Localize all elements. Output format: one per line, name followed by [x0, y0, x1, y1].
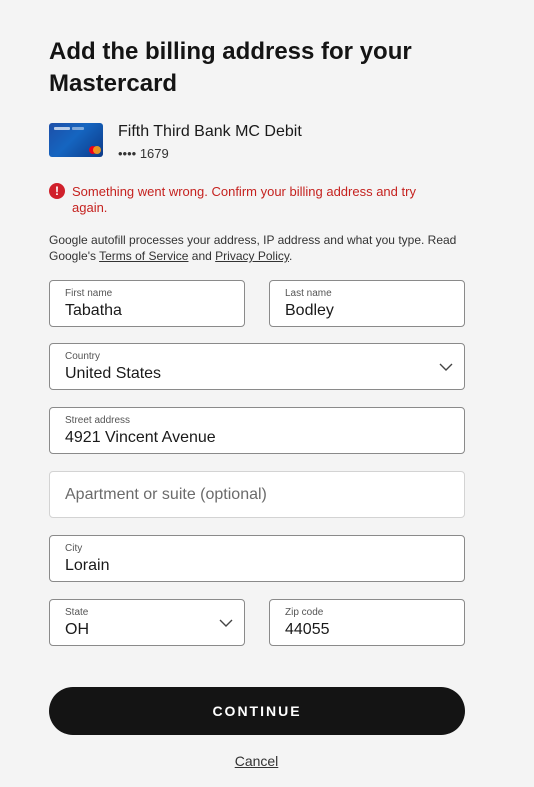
- last-name-label: Last name: [285, 288, 332, 299]
- street-address-label: Street address: [65, 415, 131, 426]
- first-name-field[interactable]: First name Tabatha: [49, 280, 245, 327]
- street-address-value: 4921 Vincent Avenue: [65, 429, 216, 446]
- terms-of-service-link[interactable]: Terms of Service: [99, 249, 188, 263]
- chevron-down-icon: [439, 363, 453, 371]
- apartment-field[interactable]: Apartment or suite (optional): [49, 471, 465, 518]
- state-label: State: [65, 607, 89, 618]
- alert-circle-icon: !: [49, 183, 65, 199]
- city-field[interactable]: City Lorain: [49, 535, 465, 582]
- error-message: Something went wrong. Confirm your billi…: [72, 184, 416, 215]
- cancel-link-row: Cancel: [0, 753, 513, 769]
- first-name-value: Tabatha: [65, 302, 122, 319]
- zip-code-label: Zip code: [285, 607, 324, 618]
- apartment-placeholder: Apartment or suite (optional): [65, 486, 267, 503]
- zip-code-field[interactable]: Zip code 44055: [269, 599, 465, 646]
- country-value: United States: [65, 365, 162, 382]
- country-select[interactable]: Country United States: [49, 343, 465, 390]
- card-image: [49, 123, 103, 157]
- city-label: City: [65, 543, 83, 554]
- page-title: Add the billing address for your Masterc…: [49, 38, 412, 97]
- state-select[interactable]: State OH: [49, 599, 245, 646]
- last-name-field[interactable]: Last name Bodley: [269, 280, 465, 327]
- cancel-link[interactable]: Cancel: [235, 753, 279, 769]
- country-label: Country: [65, 351, 101, 362]
- street-address-field[interactable]: Street address 4921 Vincent Avenue: [49, 407, 465, 454]
- privacy-policy-link[interactable]: Privacy Policy: [215, 249, 289, 263]
- last-name-value: Bodley: [285, 302, 334, 319]
- billing-address-dialog: Add the billing address for your Masterc…: [0, 0, 534, 787]
- autofill-disclaimer: Google autofill processes your address, …: [49, 233, 457, 263]
- zip-code-value: 44055: [285, 621, 330, 638]
- first-name-label: First name: [65, 288, 113, 299]
- city-value: Lorain: [65, 557, 110, 574]
- chevron-down-icon: [219, 619, 233, 627]
- card-name: Fifth Third Bank MC Debit: [118, 123, 302, 140]
- continue-button[interactable]: CONTINUE: [49, 687, 465, 735]
- state-value: OH: [65, 621, 89, 638]
- card-number: •••• 1679: [118, 146, 169, 161]
